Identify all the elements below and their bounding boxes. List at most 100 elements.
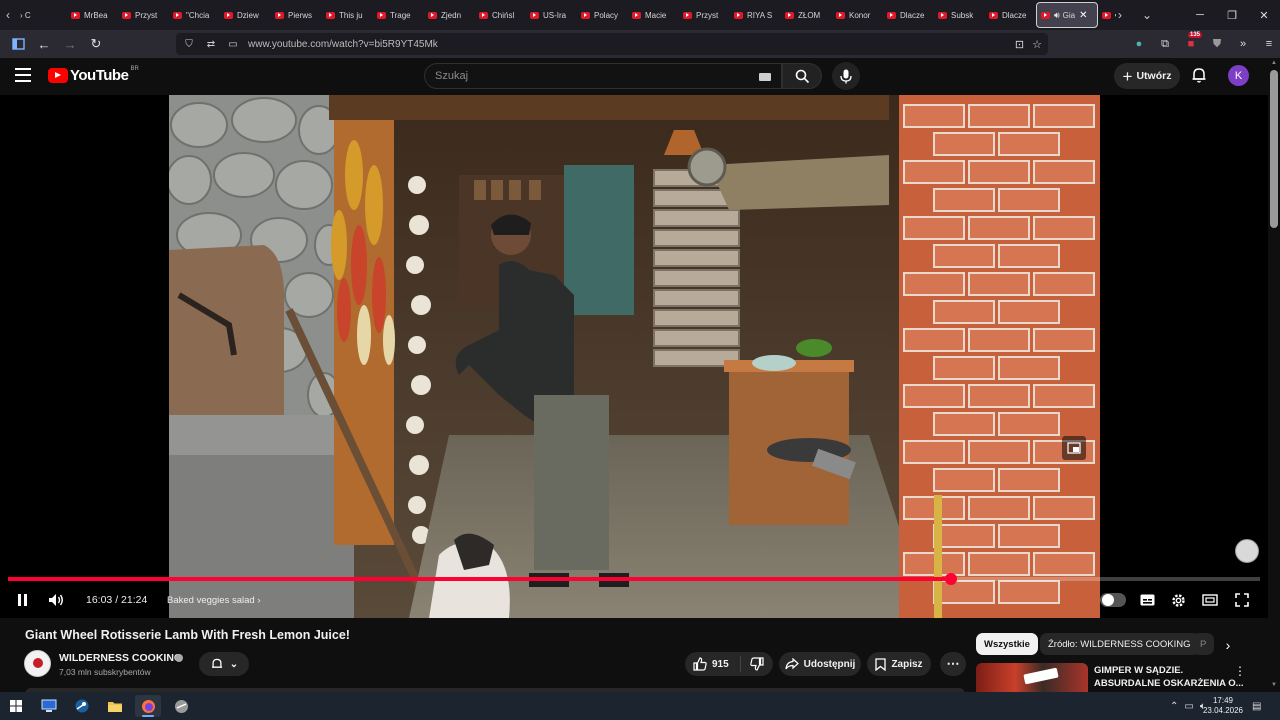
browser-tab[interactable]: Subsk — [934, 2, 985, 28]
subscription-notifications-button[interactable]: ⌄ — [199, 652, 249, 676]
app-menu-icon[interactable]: ≡ — [1256, 30, 1280, 58]
browser-tab[interactable]: "Chcia — [169, 2, 220, 28]
network-icon[interactable]: ▭ — [1184, 701, 1193, 712]
browser-tab[interactable]: Dziew — [220, 2, 271, 28]
monitor-app-icon[interactable] — [36, 695, 62, 717]
voice-search-button[interactable] — [832, 62, 860, 90]
theater-mode-button[interactable] — [1199, 589, 1221, 611]
tab-list-dropdown-icon[interactable]: ⌄ — [1142, 0, 1152, 30]
hamburger-menu-icon[interactable] — [15, 68, 31, 82]
recommended-video-title[interactable]: GIMPER W SĄDZIE. ABSURDALNE OSKARŻENIA O… — [1094, 664, 1244, 690]
filter-chip[interactable]: P — [1192, 633, 1214, 655]
channel-avatar[interactable] — [24, 650, 51, 677]
browser-tab[interactable]: Macie — [628, 2, 679, 28]
account-avatar[interactable]: K — [1228, 65, 1249, 86]
reload-icon[interactable]: ↻ — [84, 32, 108, 56]
browser-tab[interactable]: Polacy — [577, 2, 628, 28]
forward-icon[interactable]: → — [58, 32, 82, 56]
bookmark-star-icon[interactable]: ☆ — [1032, 38, 1042, 51]
browser-tab[interactable]: Przyst — [679, 2, 730, 28]
browser-tab[interactable]: Konor — [832, 2, 883, 28]
miniplayer-overlay-icon[interactable] — [1062, 436, 1086, 460]
extensions-puzzle-icon[interactable]: ⧉ — [1152, 30, 1178, 58]
tray-overflow-icon[interactable]: ⌃ — [1170, 701, 1178, 712]
share-button[interactable]: Udostępnij — [779, 652, 861, 676]
browser-tab[interactable]: MrBea — [67, 2, 118, 28]
shield-icon[interactable]: ⛉ — [180, 39, 198, 50]
progress-bar[interactable] — [8, 573, 1260, 585]
filter-chip[interactable]: Źródło: WILDERNESS COOKING — [1040, 633, 1199, 655]
app-icon[interactable] — [168, 695, 194, 717]
recommended-video-thumbnail[interactable] — [976, 663, 1088, 694]
fullscreen-button[interactable] — [1231, 589, 1253, 611]
chips-next-icon[interactable]: › — [1216, 636, 1240, 654]
more-actions-button[interactable]: ⋯ — [940, 652, 966, 676]
browser-tab[interactable]: › C — [16, 2, 67, 28]
browser-tab[interactable]: Zjedn — [424, 2, 475, 28]
adblock-extension-icon[interactable]: ■ 135 — [1178, 30, 1204, 58]
close-window-icon[interactable]: ✕ — [1248, 0, 1280, 30]
keyboard-icon[interactable] — [759, 73, 771, 81]
browser-tab[interactable]: Trage — [373, 2, 424, 28]
browser-tab[interactable]: This ju — [322, 2, 373, 28]
settings-button[interactable]: HD — [1167, 589, 1189, 611]
tab-close-icon[interactable]: ✕ — [1079, 10, 1087, 21]
save-button[interactable]: Zapisz — [867, 652, 931, 676]
youtube-favicon-icon — [326, 11, 335, 19]
subtitles-button[interactable] — [1136, 589, 1158, 611]
scrollbar-thumb[interactable] — [1270, 70, 1278, 228]
shield-extension-icon[interactable]: ⛊ — [1204, 30, 1230, 58]
recommendation-menu-icon[interactable]: ⋮ — [1234, 664, 1246, 678]
youtube-logo[interactable]: YouTube BR — [48, 66, 139, 84]
browser-tab[interactable]: ZŁOM — [781, 2, 832, 28]
scroll-up-arrow-icon[interactable]: ▲ — [1270, 60, 1278, 66]
scroll-down-arrow-icon[interactable]: ▼ — [1270, 682, 1278, 688]
permissions-icon[interactable]: ⇄ — [202, 39, 220, 50]
browser-tab[interactable]: Dlacze — [883, 2, 934, 28]
tab-audio-icon[interactable]: 🔊︎ — [1115, 10, 1116, 21]
overflow-menu-icon[interactable]: » — [1230, 30, 1256, 58]
sidebar-toggle-icon[interactable] — [6, 32, 30, 56]
browser-tab[interactable]: Chińsl — [475, 2, 526, 28]
pause-button[interactable] — [12, 589, 32, 611]
tab-scroll-right-icon[interactable]: › — [1118, 0, 1122, 30]
browser-toolbar: ← → ↻ ⛉ ⇄ ▭ www.youtube.com/watch?v=bi5R… — [0, 30, 1280, 58]
notifications-icon[interactable]: ▤ — [1252, 692, 1261, 720]
create-button[interactable]: + Utwórz — [1114, 63, 1180, 89]
tab-audio-icon[interactable]: 🔊︎ — [1054, 10, 1060, 21]
dislike-button[interactable] — [741, 657, 773, 671]
steam-icon[interactable] — [69, 695, 95, 717]
reader-view-icon[interactable]: ⊡ — [1015, 38, 1024, 51]
filter-chip[interactable]: Wszystkie — [976, 633, 1038, 655]
firefox-icon[interactable] — [135, 695, 161, 717]
file-explorer-icon[interactable] — [102, 695, 128, 717]
browser-tab[interactable]: Pierws — [271, 2, 322, 28]
vpn-extension-icon[interactable]: ● — [1126, 30, 1152, 58]
video-frame[interactable] — [169, 95, 1100, 618]
notifications-bell-icon[interactable] — [1190, 66, 1210, 86]
minimize-icon[interactable]: ─ — [1184, 0, 1216, 30]
restore-icon[interactable]: ❐ — [1216, 0, 1248, 30]
channel-name[interactable]: WILDERNESS COOKING — [59, 652, 182, 664]
url-bar[interactable]: ⛉ ⇄ ▭ www.youtube.com/watch?v=bi5R9YT45M… — [176, 33, 1048, 55]
search-input[interactable]: Szukaj — [424, 63, 782, 89]
browser-tab[interactable]: US-Ira — [526, 2, 577, 28]
tab-scroll-left-icon[interactable]: ‹ — [0, 0, 16, 30]
chapter-title[interactable]: Baked veggies salad › — [167, 595, 260, 606]
browser-tab-active[interactable]: 🔊︎ Gia ✕ — [1036, 2, 1098, 28]
like-button[interactable]: 915 — [685, 656, 741, 672]
windows-start-icon[interactable] — [3, 695, 29, 717]
back-icon[interactable]: ← — [32, 32, 56, 56]
browser-tab[interactable]: RIYA S — [730, 2, 781, 28]
browser-tab[interactable]: Przyst — [118, 2, 169, 28]
search-button[interactable] — [782, 63, 822, 89]
browser-tab[interactable]: 🔊︎Przy — [1098, 2, 1116, 28]
autoplay-toggle[interactable] — [1100, 593, 1126, 607]
volume-button[interactable] — [45, 589, 67, 611]
video-player[interactable]: 16:03 / 21:24 Baked veggies salad › HD — [0, 95, 1268, 618]
browser-tab[interactable]: Dlacze — [985, 2, 1036, 28]
url-text[interactable]: www.youtube.com/watch?v=bi5R9YT45Mk — [248, 39, 438, 50]
page-scrollbar[interactable]: ▲ ▼ — [1268, 58, 1280, 692]
taskbar-clock[interactable]: 17:49 23.04.2026 — [1198, 696, 1248, 716]
channel-watermark[interactable] — [1235, 539, 1259, 563]
